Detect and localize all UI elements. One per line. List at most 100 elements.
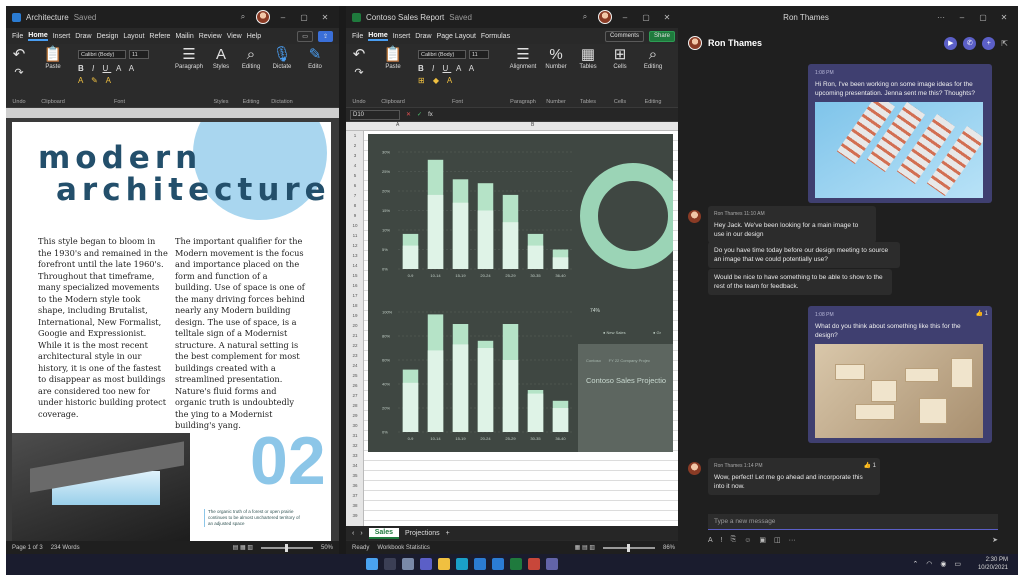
message-received-2a[interactable]: Ron Thames 11:10 AM Hey Jack. We've been… [708, 206, 876, 243]
powerpoint-taskbar-icon[interactable] [528, 558, 540, 570]
redo-icon[interactable]: ↷ [354, 64, 363, 82]
more-icon[interactable]: ··· [933, 13, 949, 22]
menu-review[interactable]: Review [199, 33, 222, 40]
row-header[interactable]: 10 [346, 223, 364, 228]
row-header[interactable]: 30 [346, 423, 364, 428]
message-sent-3[interactable]: 👍 1 1:08 PM What do you think about some… [808, 306, 992, 443]
minimize-icon[interactable]: – [954, 13, 970, 22]
priority-icon[interactable]: ! [721, 537, 723, 544]
font-name-select[interactable]: Calibri (Body) [78, 50, 126, 59]
zoom-slider[interactable] [602, 543, 655, 552]
row-header[interactable]: 35 [346, 473, 364, 478]
undo-icon[interactable]: ↶ [13, 46, 26, 64]
task-view-icon[interactable] [402, 558, 414, 570]
menu-formulas[interactable]: Formulas [481, 33, 510, 40]
more-options-icon[interactable]: ··· [789, 537, 796, 544]
zoom-slider[interactable] [260, 543, 313, 552]
model-image[interactable] [815, 344, 983, 438]
cells-icon[interactable]: ⊞ [614, 46, 627, 64]
menu-insert[interactable]: Insert [53, 33, 71, 40]
menu-file[interactable]: File [352, 33, 363, 40]
share-button[interactable]: Share [648, 30, 675, 42]
share-icon[interactable]: ⇪ [317, 30, 333, 42]
row-header[interactable]: 12 [346, 243, 364, 248]
menu-page-layout[interactable]: Page Layout [437, 33, 476, 40]
row-header[interactable]: 25 [346, 373, 364, 378]
row-header[interactable]: 15 [346, 273, 364, 278]
avatar[interactable] [598, 10, 612, 24]
video-call-icon[interactable]: ▶ [944, 36, 958, 50]
row-header[interactable]: 11 [346, 233, 364, 238]
row-header[interactable]: 31 [346, 433, 364, 438]
row-header[interactable]: 39 [346, 513, 364, 518]
fill-color-icon[interactable]: ⊞ ◆ A [418, 76, 455, 85]
row-header[interactable]: 13 [346, 253, 364, 258]
row-header[interactable]: 1 [346, 133, 364, 138]
font-name-select[interactable]: Calibri (Body) [418, 50, 466, 59]
row-header[interactable]: 34 [346, 463, 364, 468]
row-header[interactable]: 7 [346, 193, 364, 198]
row-header[interactable]: 19 [346, 313, 364, 318]
font-size-select[interactable]: 11 [469, 50, 489, 59]
row-header[interactable]: 9 [346, 213, 364, 218]
row-header[interactable]: 37 [346, 493, 364, 498]
close-icon[interactable]: ✕ [996, 13, 1012, 22]
menu-draw[interactable]: Draw [75, 33, 91, 40]
architecture-image[interactable] [815, 102, 983, 198]
excel-taskbar-icon[interactable] [510, 558, 522, 570]
row-header[interactable]: 6 [346, 183, 364, 188]
row-header[interactable]: 24 [346, 363, 364, 368]
paste-icon[interactable]: 📋 [44, 46, 63, 64]
message-sent-1[interactable]: 1:08 PM Hi Ron, I've been working on som… [808, 64, 992, 203]
add-sheet-icon[interactable]: + [446, 530, 450, 537]
prev-sheet-icon[interactable]: ‹ [352, 530, 354, 537]
compose-box[interactable]: Type a new message [708, 514, 998, 530]
row-header[interactable]: 4 [346, 163, 364, 168]
row-header[interactable]: 17 [346, 293, 364, 298]
spreadsheet[interactable]: A B 1 2 3 4 5 6 7 8 9 10 11 12 13 14 15 16 17 18 19 20 21 22 2… [346, 122, 681, 526]
row-header[interactable]: 29 [346, 413, 364, 418]
search-icon[interactable]: ⌕ [577, 12, 593, 22]
clock[interactable]: 2:30 PM 10/20/2021 [978, 557, 1008, 572]
add-people-icon[interactable]: + [982, 36, 996, 50]
comments-icon[interactable]: ▭ [297, 30, 313, 42]
menu-design[interactable]: Design [97, 33, 119, 40]
column-a[interactable]: A [396, 122, 399, 128]
search-icon[interactable]: ⌕ [235, 12, 251, 22]
store-icon[interactable] [474, 558, 486, 570]
cancel-icon[interactable]: ✕ [406, 111, 411, 118]
minimize-icon[interactable]: – [617, 13, 633, 22]
view-icons[interactable]: ▦ ▤ ▥ [575, 544, 595, 551]
table-icon[interactable]: ▦ [581, 46, 595, 64]
name-box[interactable]: D10 [350, 109, 400, 120]
editor-icon[interactable]: ✎ [309, 46, 322, 64]
contact-avatar[interactable] [688, 36, 702, 50]
row-header[interactable]: 22 [346, 343, 364, 348]
row-header[interactable]: 36 [346, 483, 364, 488]
row-header[interactable]: 27 [346, 393, 364, 398]
confirm-icon[interactable]: ✓ [417, 111, 422, 118]
menu-mailings[interactable]: Mailin [175, 33, 193, 40]
alignment-icon[interactable]: ☰ [516, 46, 529, 64]
row-header[interactable]: 33 [346, 453, 364, 458]
menu-help[interactable]: Help [247, 33, 261, 40]
menu-home[interactable]: Home [28, 32, 48, 41]
redo-icon[interactable]: ↷ [14, 64, 23, 82]
view-icons[interactable]: ▤ ▦ ▥ [233, 544, 253, 551]
fx-label[interactable]: fx [428, 112, 433, 118]
message-received-2c[interactable]: Would be nice to have something to be ab… [708, 269, 892, 295]
file-explorer-icon[interactable] [438, 558, 450, 570]
maximize-icon[interactable]: ▢ [975, 13, 991, 22]
menu-layout[interactable]: Layout [123, 33, 144, 40]
row-header[interactable]: 5 [346, 173, 364, 178]
row-header[interactable]: 14 [346, 263, 364, 268]
search-icon[interactable] [384, 558, 396, 570]
menu-references[interactable]: Refere [149, 33, 170, 40]
row-header[interactable]: 18 [346, 303, 364, 308]
edge-icon[interactable] [456, 558, 468, 570]
find-icon[interactable]: ⌕ [247, 46, 255, 64]
percent-icon[interactable]: % [549, 46, 562, 64]
sticker-icon[interactable]: ◫ [774, 536, 781, 544]
format-buttons[interactable]: B I U A A [418, 64, 477, 73]
maximize-icon[interactable]: ▢ [638, 13, 654, 22]
